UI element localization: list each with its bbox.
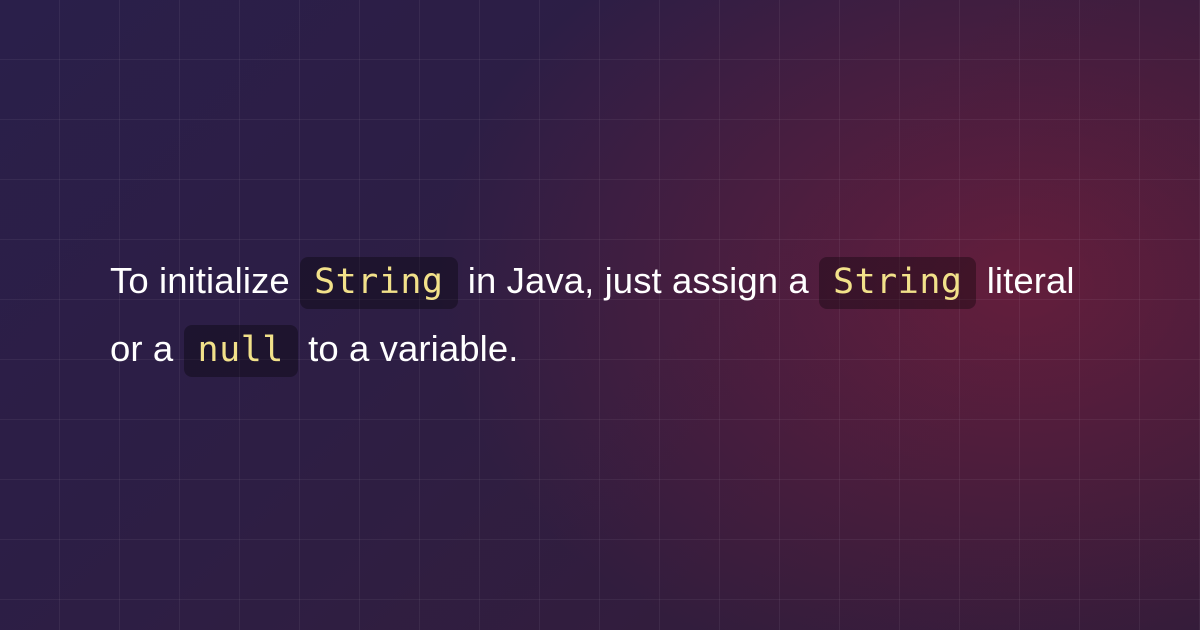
text-fragment: to a variable. xyxy=(308,328,518,369)
text-fragment: in Java, just assign a xyxy=(468,260,819,301)
code-string-1: String xyxy=(300,257,457,309)
code-null: null xyxy=(184,325,298,377)
content-container: To initialize String in Java, just assig… xyxy=(0,0,1200,630)
text-fragment: To initialize xyxy=(110,260,300,301)
code-string-2: String xyxy=(819,257,976,309)
sentence: To initialize String in Java, just assig… xyxy=(110,247,1090,382)
